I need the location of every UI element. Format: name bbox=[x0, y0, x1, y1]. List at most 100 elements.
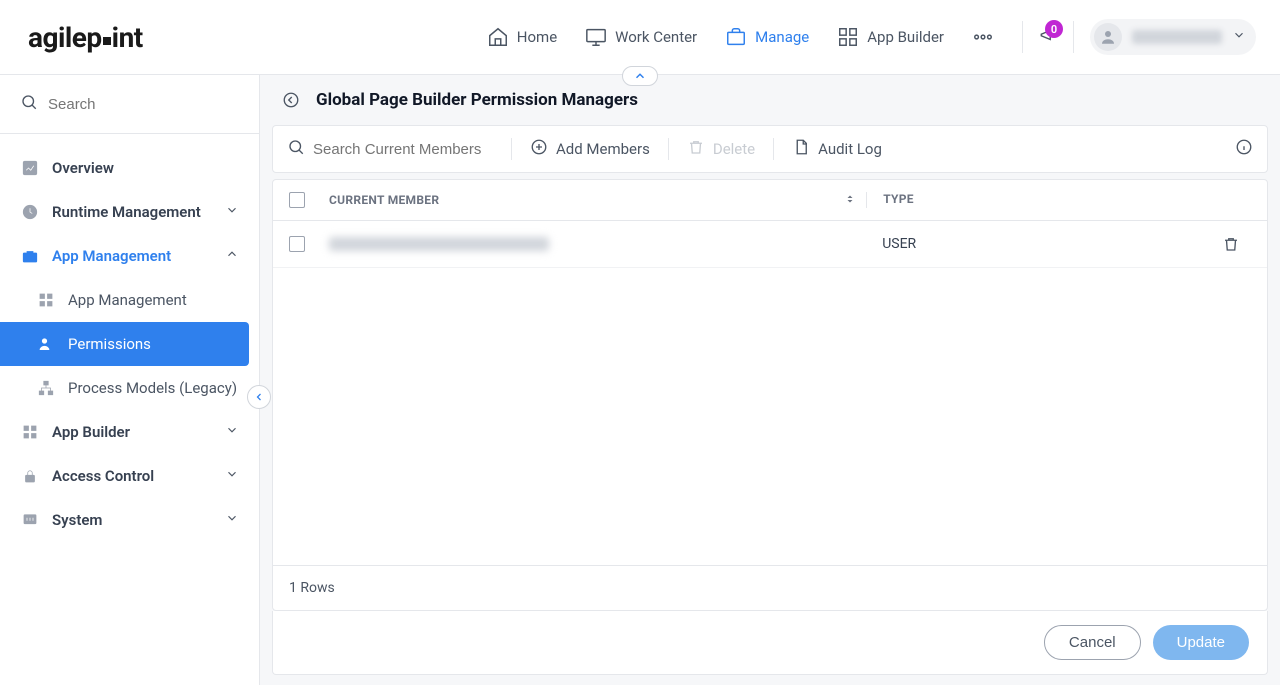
audit-log-button[interactable]: Audit Log bbox=[774, 134, 900, 164]
nav-app-builder[interactable]: App Builder bbox=[837, 26, 944, 48]
col-member-header[interactable]: CURRENT MEMBER bbox=[329, 192, 866, 208]
notifications-button[interactable]: 0 bbox=[1039, 26, 1057, 48]
sidebar-sub-app-management-link[interactable]: App Management bbox=[0, 278, 259, 322]
audit-log-label: Audit Log bbox=[818, 140, 882, 158]
sidebar-item-app-management[interactable]: App Management bbox=[0, 234, 259, 278]
main-content: Global Page Builder Permission Managers … bbox=[260, 75, 1280, 685]
toolbar-search-group[interactable] bbox=[287, 134, 511, 164]
notification-badge: 0 bbox=[1045, 20, 1063, 38]
sidebar-search[interactable] bbox=[0, 75, 259, 134]
sidebar-item-system[interactable]: System bbox=[0, 498, 259, 542]
members-search-input[interactable] bbox=[313, 141, 493, 158]
brand-text-right: int bbox=[112, 21, 143, 54]
cancel-button[interactable]: Cancel bbox=[1044, 625, 1141, 660]
chevron-down-icon bbox=[225, 511, 239, 529]
home-icon bbox=[487, 26, 509, 48]
sidebar-sub-process-models[interactable]: Process Models (Legacy) bbox=[0, 366, 259, 410]
actions-bar: Cancel Update bbox=[272, 611, 1268, 675]
app-header: agilep int Home Work Center Manage bbox=[0, 0, 1280, 75]
add-members-label: Add Members bbox=[556, 140, 650, 158]
dots-icon bbox=[972, 26, 994, 48]
sidebar: Overview Runtime Management App Manageme… bbox=[0, 75, 260, 685]
col-action-header bbox=[1211, 192, 1251, 208]
avatar bbox=[1094, 23, 1122, 51]
app-body: Overview Runtime Management App Manageme… bbox=[0, 75, 1280, 685]
chevron-down-icon bbox=[225, 203, 239, 221]
chart-icon bbox=[20, 158, 40, 178]
nav-more[interactable] bbox=[972, 26, 994, 48]
select-all-checkbox[interactable] bbox=[289, 192, 305, 208]
sidebar-item-runtime[interactable]: Runtime Management bbox=[0, 190, 259, 234]
trash-icon bbox=[687, 138, 705, 160]
nav-home-label: Home bbox=[517, 28, 557, 46]
sidebar-item-label: App Management bbox=[52, 247, 171, 265]
chevron-down-icon bbox=[225, 423, 239, 441]
nav-manage[interactable]: Manage bbox=[725, 26, 809, 48]
sidebar-item-label: Overview bbox=[52, 159, 114, 177]
table-row: USER bbox=[273, 221, 1267, 268]
row-member-cell bbox=[329, 237, 866, 251]
document-icon bbox=[792, 138, 810, 160]
row-select-cell bbox=[289, 236, 329, 252]
search-icon bbox=[20, 93, 38, 115]
member-name bbox=[329, 237, 549, 251]
sidebar-sub-permissions[interactable]: Permissions bbox=[0, 322, 249, 366]
user-menu[interactable] bbox=[1090, 19, 1256, 55]
chevron-down-icon bbox=[1232, 28, 1246, 46]
nav-work-center[interactable]: Work Center bbox=[585, 26, 697, 48]
delete-button: Delete bbox=[669, 134, 773, 164]
page-title: Global Page Builder Permission Managers bbox=[316, 90, 638, 110]
top-nav: Home Work Center Manage App Builder bbox=[487, 26, 994, 48]
sidebar-sub-app-management: App Management Permissions Process Model… bbox=[0, 278, 259, 410]
sort-icon bbox=[844, 193, 856, 208]
add-members-button[interactable]: Add Members bbox=[512, 134, 668, 164]
lock-icon bbox=[20, 466, 40, 486]
grid-icon bbox=[837, 26, 859, 48]
sidebar-sub-label: Permissions bbox=[68, 335, 151, 353]
tiles-icon bbox=[20, 422, 40, 442]
divider bbox=[1022, 21, 1023, 53]
row-checkbox[interactable] bbox=[289, 236, 305, 252]
sidebar-search-input[interactable] bbox=[48, 96, 228, 113]
sidebar-item-overview[interactable]: Overview bbox=[0, 146, 259, 190]
select-all-cell bbox=[289, 192, 329, 208]
row-type-value: USER bbox=[882, 236, 916, 252]
back-button[interactable] bbox=[280, 89, 302, 111]
row-delete-button[interactable] bbox=[1211, 235, 1251, 253]
sidebar-item-label: Runtime Management bbox=[52, 203, 201, 221]
header-collapse-toggle[interactable] bbox=[622, 66, 658, 86]
monitor-icon bbox=[585, 26, 607, 48]
members-table: CURRENT MEMBER TYPE USER bbox=[272, 179, 1268, 611]
clock-icon bbox=[20, 202, 40, 222]
row-count-label: 1 Rows bbox=[289, 580, 335, 596]
toolbar: Add Members Delete Audit Log bbox=[272, 125, 1268, 173]
update-button[interactable]: Update bbox=[1153, 625, 1249, 660]
briefcase-small-icon bbox=[20, 246, 40, 266]
col-type-header[interactable]: TYPE bbox=[866, 192, 1211, 208]
nav-manage-label: Manage bbox=[755, 28, 809, 46]
divider bbox=[1073, 21, 1074, 53]
sidebar-sub-label: Process Models (Legacy) bbox=[68, 379, 237, 397]
tiles-icon bbox=[36, 290, 56, 310]
page-header: Global Page Builder Permission Managers bbox=[260, 75, 1280, 117]
sidebar-collapse-toggle[interactable] bbox=[247, 385, 271, 409]
header-right: 0 bbox=[1022, 19, 1256, 55]
nav-home[interactable]: Home bbox=[487, 26, 557, 48]
chevron-up-icon bbox=[225, 247, 239, 265]
sidebar-item-app-builder[interactable]: App Builder bbox=[0, 410, 259, 454]
row-type-cell: USER bbox=[866, 236, 1211, 252]
info-button[interactable] bbox=[1235, 138, 1253, 160]
sidebar-item-label: System bbox=[52, 511, 102, 529]
col-type-label: TYPE bbox=[883, 192, 914, 206]
nav-app-builder-label: App Builder bbox=[867, 28, 944, 46]
sidebar-item-access-control[interactable]: Access Control bbox=[0, 454, 259, 498]
sidebar-sub-label: App Management bbox=[68, 291, 187, 309]
brand-text-left: agilep bbox=[28, 21, 102, 54]
person-key-icon bbox=[36, 334, 56, 354]
briefcase-icon bbox=[725, 26, 747, 48]
delete-label: Delete bbox=[713, 140, 755, 158]
nav-work-center-label: Work Center bbox=[615, 28, 697, 46]
user-name bbox=[1132, 30, 1222, 44]
hierarchy-icon bbox=[36, 378, 56, 398]
sidebar-item-label: Access Control bbox=[52, 467, 154, 485]
